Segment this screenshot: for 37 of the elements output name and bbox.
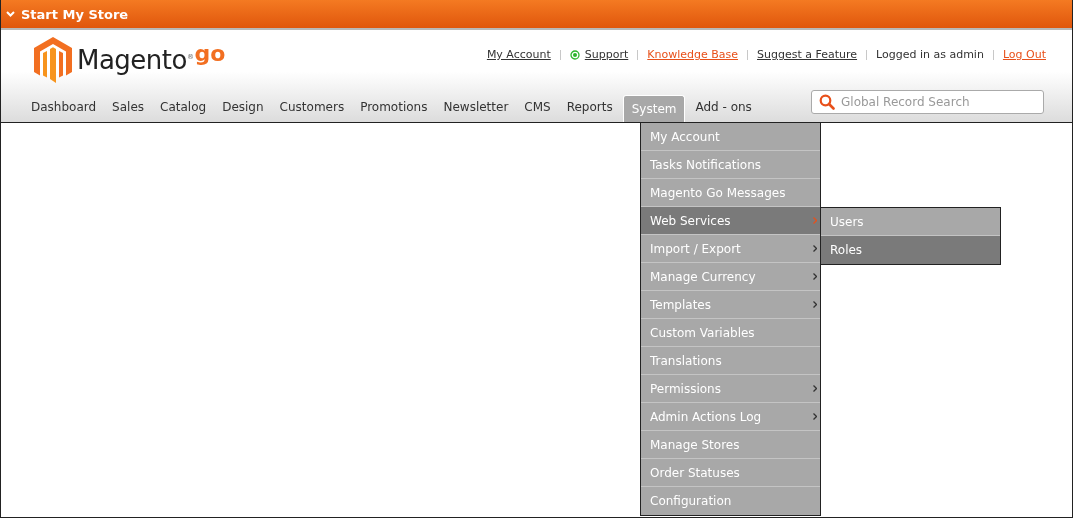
logo-icon bbox=[34, 37, 72, 83]
login-status: Logged in as admin bbox=[876, 48, 984, 61]
nav-tab[interactable]: Add - ons bbox=[687, 100, 760, 122]
top-bar-title[interactable]: Start My Store bbox=[21, 6, 129, 22]
logo-suffix: go bbox=[194, 40, 226, 66]
submenu-item[interactable]: Roles bbox=[821, 236, 1000, 264]
chevron-down-icon[interactable] bbox=[6, 11, 15, 17]
menu-item[interactable]: Manage Stores bbox=[641, 431, 820, 459]
menu-item[interactable]: Permissions bbox=[641, 375, 820, 403]
search-field[interactable]: Global Record Search bbox=[811, 90, 1044, 114]
nav-tab[interactable]: Promotions bbox=[352, 100, 436, 122]
nav-tab[interactable]: Customers bbox=[271, 100, 353, 122]
menu-item[interactable]: Tasks Notifications bbox=[641, 151, 820, 179]
nav-tab[interactable]: CMS bbox=[516, 100, 559, 122]
menu-item[interactable]: Translations bbox=[641, 347, 820, 375]
nav-tab[interactable]: Dashboard bbox=[23, 100, 105, 122]
menu-item[interactable]: Order Statuses bbox=[641, 459, 820, 487]
menu-item[interactable]: Custom Variables bbox=[641, 319, 820, 347]
header-link[interactable]: Suggest a Feature bbox=[757, 48, 858, 61]
header-link[interactable]: Knowledge Base bbox=[647, 48, 739, 61]
header-link[interactable]: Log Out bbox=[1002, 48, 1046, 61]
nav-tab[interactable]: System bbox=[622, 95, 686, 122]
menu-item[interactable]: Manage Currency bbox=[641, 263, 820, 291]
menu-item[interactable]: Admin Actions Log bbox=[641, 403, 820, 431]
menu-item[interactable]: Templates bbox=[641, 291, 820, 319]
nav-tab[interactable]: Catalog bbox=[152, 100, 215, 122]
menu-item[interactable]: Configuration bbox=[641, 487, 820, 515]
support-link[interactable]: Support bbox=[584, 48, 629, 61]
nav-tab[interactable]: Newsletter bbox=[435, 100, 517, 122]
logo-wordmark: Magento$^{®}$ bbox=[77, 45, 194, 75]
menu-item[interactable]: My Account bbox=[641, 123, 820, 151]
nav-tab[interactable]: Design bbox=[214, 100, 272, 122]
nav-tab[interactable]: Sales bbox=[104, 100, 153, 122]
header-link[interactable]: My Account bbox=[486, 48, 551, 61]
status-icon bbox=[569, 49, 580, 60]
menu-item[interactable]: Web Services bbox=[641, 207, 820, 235]
nav-tab[interactable]: Reports bbox=[558, 100, 621, 122]
